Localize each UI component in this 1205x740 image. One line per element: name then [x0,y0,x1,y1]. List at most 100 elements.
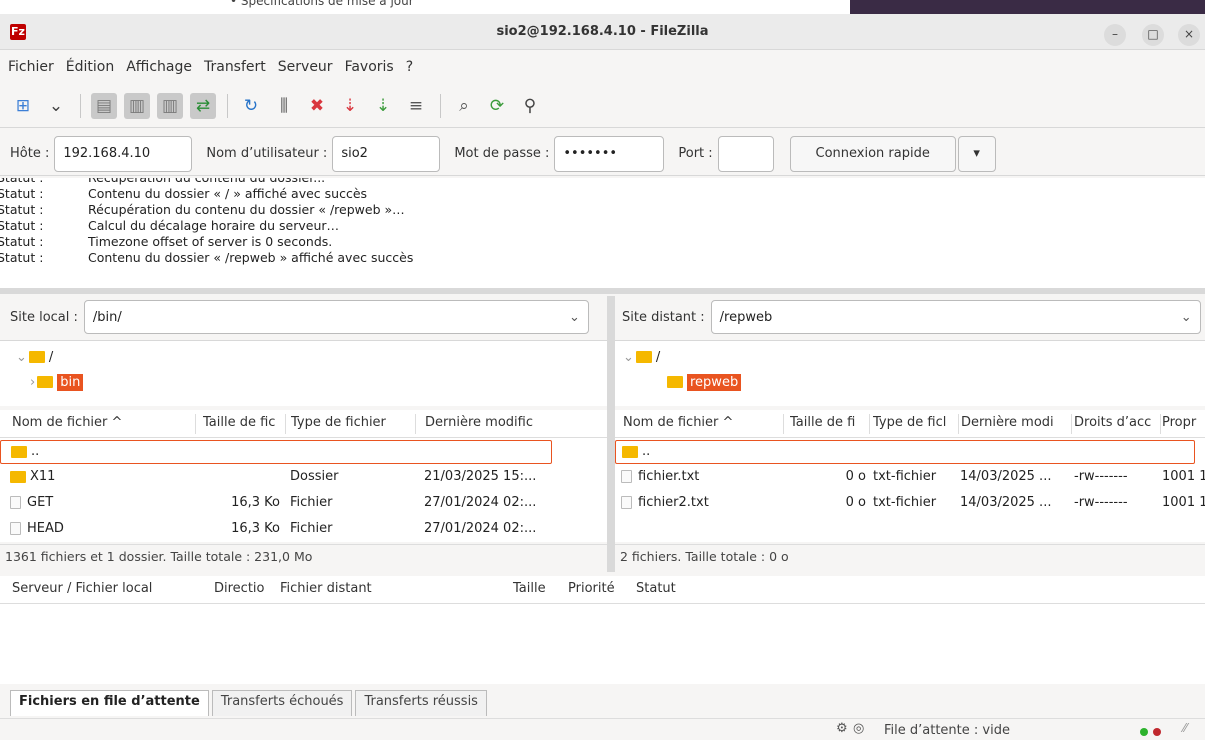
file-modified-cell: 27/01/2024 02:... [424,521,537,536]
host-input[interactable] [54,135,193,172]
password-input[interactable] [554,135,665,172]
username-input[interactable] [332,135,441,172]
vertical-splitter[interactable] [607,296,615,572]
file-row[interactable]: HEAD 16,3 Ko Fichier 27/01/2024 02:... [0,518,552,542]
chevron-down-icon: ⌄ [569,309,580,325]
message-log[interactable]: Statut : Récupération du contenu du dossi… [0,178,1205,288]
log-message: Contenu du dossier « / » affiché avec su… [88,186,368,201]
toggle-log-icon[interactable]: ▤ [91,92,117,119]
log-key: Statut : [0,202,44,217]
toggle-local-tree-icon[interactable]: ▥ [124,92,150,119]
menu-serveur[interactable]: Serveur [272,59,339,75]
column-priority[interactable]: Priorité [568,581,615,596]
column-name[interactable]: Nom de fichier ^ [12,415,192,430]
site-manager-icon[interactable]: ⊞ [10,93,36,119]
column-name[interactable]: Nom de fichier ^ [623,415,783,430]
toggle-queue-icon[interactable]: ⇄ [190,92,216,119]
file-row[interactable]: GET 16,3 Ko Fichier 27/01/2024 02:... [0,492,552,516]
log-key: Statut : [0,186,44,201]
menu-help[interactable]: ? [400,59,419,75]
folder-icon [10,470,26,483]
tree-item-root[interactable]: ⌄ / [623,347,660,367]
close-button[interactable]: × [1178,24,1200,46]
tree-item-bin[interactable]: › bin [30,372,84,392]
minimize-button[interactable]: – [1104,24,1126,46]
menu-edition[interactable]: Édition [60,59,120,75]
tree-item-label: / [48,349,54,365]
refresh-icon[interactable]: ↻ [238,93,264,119]
file-name: GET [27,495,54,510]
column-modified[interactable]: Dernière modi [961,415,1071,430]
menu-favoris[interactable]: Favoris [339,59,400,75]
file-name: fichier.txt [638,469,700,484]
toggle-remote-tree-icon[interactable]: ▥ [157,92,183,119]
file-type-cell: txt-fichier [873,469,937,484]
process-queue-icon[interactable]: ⫼ [271,93,297,119]
chevron-right-icon: › [30,374,36,390]
file-name: .. [31,444,40,459]
menu-fichier[interactable]: Fichier [0,59,60,75]
cancel-icon[interactable]: ✖ [304,93,330,119]
tab-failed-transfers[interactable]: Transferts échoués [211,690,353,716]
maximize-button[interactable]: □ [1142,24,1164,46]
file-icon [621,470,632,483]
tree-item-label: / [655,349,661,365]
column-owner[interactable]: Propr [1162,415,1205,430]
close-icon: × [1183,27,1195,41]
column-remote-file[interactable]: Fichier distant [280,581,372,596]
column-modified[interactable]: Dernière modific [425,415,553,430]
file-row[interactable]: .. [0,440,552,464]
column-size[interactable]: Taille de fic [203,415,283,430]
disconnect-icon[interactable]: ⇣ [337,93,363,119]
tab-queued-files[interactable]: Fichiers en file d’attente [10,690,209,716]
directory-compare-icon[interactable]: ≡ [403,93,429,119]
file-row[interactable]: fichier2.txt 0 o txt-fichier 14/03/2025 ...… [615,492,1205,516]
folder-icon [11,445,27,458]
tree-item-repweb[interactable]: repweb [667,372,742,392]
file-name-cell: .. [622,444,782,459]
resize-grip-icon[interactable]: ⁄⁄ [1183,721,1187,735]
column-status[interactable]: Statut [636,581,676,596]
toolbar-separator [80,93,81,118]
remote-tree[interactable]: ⌄ / repweb [615,340,1205,406]
file-row[interactable]: X11 Dossier 21/03/2025 15:... [0,466,552,490]
filter-icon[interactable]: ⌕ [451,93,477,119]
local-file-list[interactable]: .. X11 Dossier 21/03/2025 15:... GET 16,3 Ko F… [0,438,607,542]
port-input[interactable] [717,135,774,172]
splitter[interactable] [0,288,1205,294]
tree-item-root[interactable]: ⌄ / [16,347,53,367]
log-key: Statut : [0,178,77,185]
queue-list[interactable] [0,604,1205,684]
reconnect-icon[interactable]: ⇣ [370,93,396,119]
column-type[interactable]: Type de ficl [873,415,957,430]
tab-successful-transfers[interactable]: Transferts réussis [355,690,487,716]
file-row[interactable]: fichier.txt 0 o txt-fichier 14/03/2025 ... -… [615,466,1205,490]
column-size[interactable]: Taille [513,581,546,596]
file-row[interactable]: .. [615,440,1195,464]
column-type[interactable]: Type de fichier [291,415,409,430]
column-direction[interactable]: Directio [214,581,265,596]
dropdown-arrow-icon[interactable]: ⌄ [43,93,69,119]
column-permissions[interactable]: Droits d’acc [1074,415,1160,430]
search-icon[interactable]: ⚲ [517,93,543,119]
toolbar: ⊞ ⌄ ▤ ▥ ▥ ⇄ ↻ ⫼ ✖ ⇣ ⇣ ≡ ⌕ ⟳ ⚲ [0,84,1205,128]
quickconnect-dropdown-button[interactable]: ▾ [957,135,996,172]
file-icon [621,496,632,509]
column-server-local[interactable]: Serveur / Fichier local [12,581,152,596]
remote-file-list[interactable]: .. fichier.txt 0 o txt-fichier 14/03/2025 ..… [615,438,1205,542]
remote-path-combo[interactable]: /repweb ⌄ [710,300,1201,334]
local-status: 1361 fichiers et 1 dossier. Taille total… [0,544,607,568]
local-tree[interactable]: ⌄ / › bin [0,340,607,406]
local-path-combo[interactable]: /bin/ ⌄ [83,300,589,334]
folder-icon [622,445,638,458]
column-size[interactable]: Taille de fi [790,415,870,430]
menu-transfert[interactable]: Transfert [198,59,272,75]
file-modified-cell: 21/03/2025 15:... [424,469,537,484]
file-type-cell: Fichier [290,495,333,510]
sync-browsing-icon[interactable]: ⟳ [484,93,510,119]
log-message: Calcul du décalage horaire du serveur… [88,218,340,233]
menu-affichage[interactable]: Affichage [120,59,198,75]
file-modified-cell: 14/03/2025 ... [960,469,1052,484]
quickconnect-button[interactable]: Connexion rapide [789,135,956,172]
title-bar: • Spécifications de mise à jour Fz sio2@… [0,0,1205,50]
